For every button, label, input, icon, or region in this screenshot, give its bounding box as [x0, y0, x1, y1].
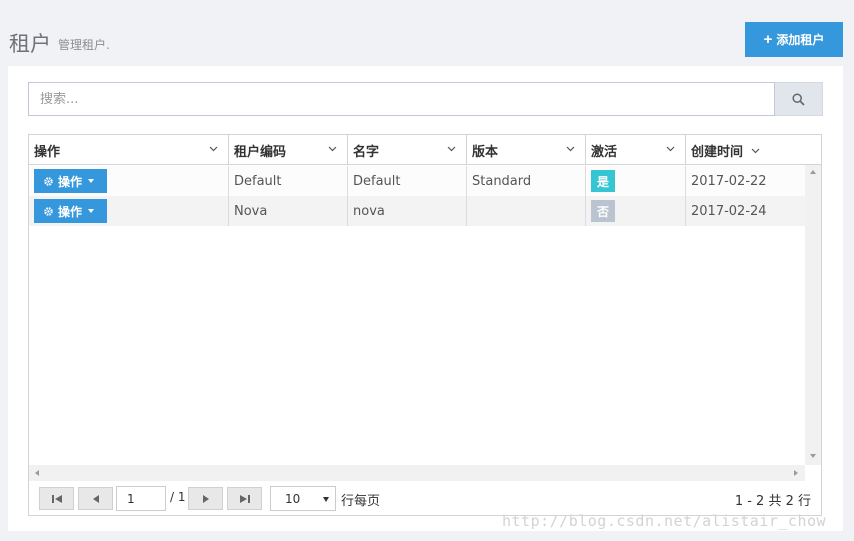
active-cell: 是	[586, 166, 686, 196]
horizontal-scrollbar[interactable]	[29, 465, 805, 481]
search-button[interactable]	[775, 82, 823, 116]
previous-page-icon	[92, 494, 99, 503]
chevron-down-icon	[447, 146, 456, 152]
column-label: 创建时间	[691, 144, 744, 160]
table-row[interactable]: 操作 Default Default Standard 是 2017-02-22	[29, 166, 805, 196]
tenant-panel: 操作 租户编码 名字 版本 激活 创建时间	[8, 66, 843, 531]
page-size-value: 10	[285, 491, 301, 506]
scroll-up-icon[interactable]	[810, 170, 816, 174]
search-bar	[28, 82, 823, 116]
column-label: 租户编码	[234, 144, 287, 160]
column-label: 名字	[353, 144, 380, 160]
action-cell: 操作	[29, 166, 229, 196]
chevron-down-icon	[209, 146, 218, 152]
first-page-button[interactable]	[39, 487, 74, 510]
row-actions-button[interactable]: 操作	[34, 199, 107, 223]
column-label: 版本	[472, 144, 499, 160]
pagination-bar: / 1 10 行每页 1 - 2 共 2 行	[29, 481, 821, 515]
column-header-name[interactable]: 名字	[348, 135, 467, 165]
gear-icon	[44, 176, 53, 186]
table-row[interactable]: 操作 Nova nova 否 2017-02-24	[29, 196, 805, 226]
current-page-input[interactable]	[116, 486, 166, 511]
tenant-code-cell: Nova	[229, 196, 348, 226]
previous-page-button[interactable]	[78, 487, 113, 510]
per-page-label: 行每页	[341, 494, 381, 509]
page-title: 租户	[9, 32, 51, 56]
last-page-button[interactable]	[227, 487, 262, 510]
tenant-code-cell: Default	[229, 166, 348, 196]
created-time-cell: 2017-02-22	[691, 173, 767, 189]
last-page-icon	[239, 494, 250, 503]
action-cell: 操作	[29, 196, 229, 226]
active-cell: 否	[586, 196, 686, 226]
caret-down-icon	[88, 179, 95, 183]
add-tenant-button[interactable]: + 添加租户	[745, 22, 843, 57]
gear-icon	[44, 206, 53, 216]
created-time-cell: 2017-02-24	[691, 203, 767, 219]
name-cell: nova	[348, 196, 467, 226]
page-size-select[interactable]: 10	[270, 486, 336, 511]
scroll-down-icon[interactable]	[810, 454, 816, 458]
watermark: http://blog.csdn.net/alistair_chow	[502, 512, 827, 530]
column-header-created-time[interactable]: 创建时间	[686, 135, 821, 165]
search-icon	[792, 92, 805, 106]
page-subtitle: 管理租户.	[58, 38, 110, 52]
edition-cell: Standard	[467, 166, 586, 196]
column-header-actions[interactable]: 操作	[29, 135, 229, 165]
next-page-button[interactable]	[188, 487, 223, 510]
search-input[interactable]	[28, 82, 775, 116]
column-header-edition[interactable]: 版本	[467, 135, 586, 165]
column-label: 操作	[34, 144, 61, 160]
total-pages: / 1	[170, 490, 186, 504]
scroll-left-icon[interactable]	[35, 470, 39, 476]
chevron-down-icon	[751, 148, 760, 153]
row-actions-button[interactable]: 操作	[34, 169, 107, 193]
column-label: 激活	[591, 144, 618, 160]
tenant-table: 操作 租户编码 名字 版本 激活 创建时间 操作 Default Default…	[28, 134, 822, 516]
scroll-corner	[805, 465, 821, 481]
record-range: 1 - 2 共 2 行	[734, 494, 811, 509]
scroll-right-icon[interactable]	[794, 470, 798, 476]
chevron-down-icon	[666, 146, 675, 152]
column-header-active[interactable]: 激活	[586, 135, 686, 165]
name-cell: Default	[348, 166, 467, 196]
column-header-tenant-code[interactable]: 租户编码	[229, 135, 348, 165]
plus-icon: +	[763, 31, 773, 48]
table-header: 操作 租户编码 名字 版本 激活 创建时间	[29, 135, 821, 165]
row-actions-label: 操作	[58, 174, 83, 189]
row-actions-label: 操作	[58, 204, 83, 219]
next-page-icon	[202, 494, 209, 503]
caret-down-icon	[88, 209, 95, 213]
chevron-down-icon	[566, 146, 575, 152]
chevron-down-icon	[328, 146, 337, 152]
vertical-scrollbar[interactable]	[805, 165, 821, 465]
dropdown-arrow-icon	[323, 497, 329, 502]
status-badge: 是	[591, 170, 615, 192]
edition-cell	[467, 196, 586, 226]
add-tenant-label: 添加租户	[776, 33, 825, 47]
status-badge: 否	[591, 200, 615, 222]
first-page-icon	[51, 494, 62, 503]
